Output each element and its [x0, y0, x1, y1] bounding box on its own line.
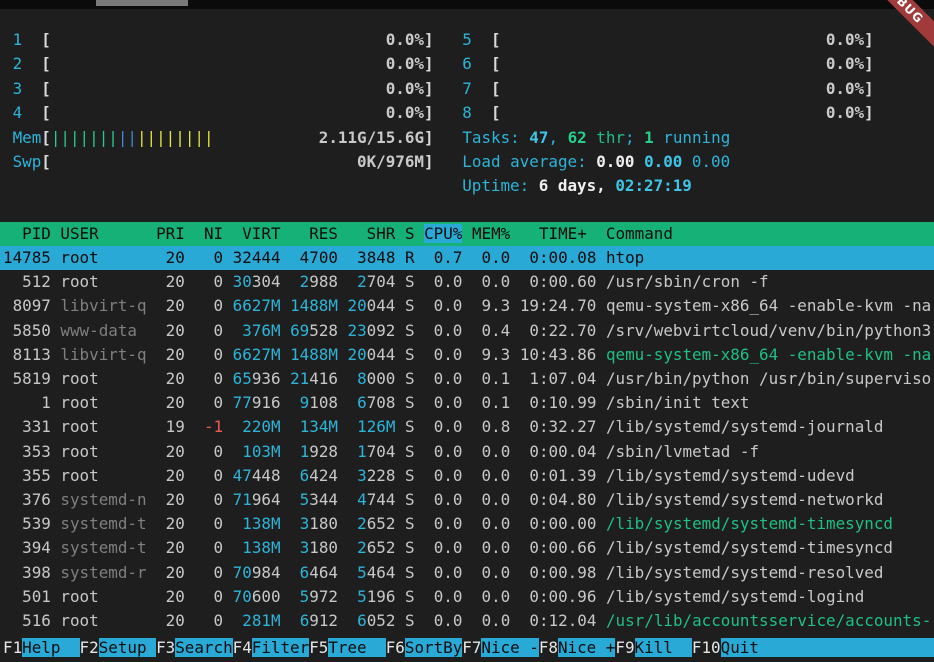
process-row-539[interactable]: 539 systemd-t 20 0 138M 3180 2652 S 0.0 …: [3, 512, 893, 536]
fkey-f5[interactable]: F5Tree: [309, 638, 386, 657]
load-average: Load average: 0.00 0.00 0.00: [462, 152, 730, 171]
process-row-376[interactable]: 376 systemd-n 20 0 71964 5344 4744 S 0.0…: [3, 488, 883, 512]
process-row-8097[interactable]: 8097 libvirt-q 20 0 6627M 1488M 20044 S …: [3, 296, 931, 315]
process-row-355[interactable]: 355 root 20 0 47448 6424 3228 S 0.0 0.0 …: [3, 464, 855, 488]
fkey-f10[interactable]: F10Quit: [692, 638, 934, 657]
cpu-meter-1: 1 [ 0.0%]: [3, 30, 462, 49]
debug-ribbon: DEBUG: [842, 0, 934, 64]
cpu-meter-7: 7 [ 0.0%]: [462, 79, 873, 98]
fkey-f7[interactable]: F7Nice -: [462, 638, 539, 657]
terminal-line: 4 [ 0.0%] 8 [ 0.0%]: [3, 101, 874, 125]
process-row-331[interactable]: 331 root 19 -1 220M 134M 126M S 0.0 0.8 …: [3, 417, 883, 436]
process-row-398[interactable]: 398 systemd-r 20 0 70984 6464 5464 S 0.0…: [3, 561, 883, 585]
terminal-line: 1 [ 0.0%] 5 [ 0.0%]: [3, 28, 874, 52]
table-header[interactable]: PID USER PRI NI VIRT RES SHR S CPU% MEM%…: [0, 222, 934, 246]
process-row-5850[interactable]: 5850 www-data 20 0 376M 69528 23092 S 0.…: [3, 321, 931, 340]
process-row-501[interactable]: 501 root 20 0 70600 5972 5196 S 0.0 0.0 …: [3, 585, 864, 609]
process-row-8113[interactable]: 8113 libvirt-q 20 0 6627M 1488M 20044 S …: [3, 345, 931, 364]
fkey-f3[interactable]: F3Search: [156, 638, 233, 657]
cpu-meter-2: 2 [ 0.0%]: [3, 54, 462, 73]
fkey-f8[interactable]: F8Nice +: [539, 638, 616, 657]
cpu-meter-4: 4 [ 0.0%]: [3, 103, 462, 122]
process-row-501[interactable]: 501 root 20 0 70600 5972 5196 S 0.0 0.0 …: [3, 587, 864, 606]
column-header-cpu-sort[interactable]: CPU%: [424, 224, 462, 243]
tasks-summary: Tasks: 47, 62 thr; 1 running: [462, 128, 730, 147]
terminal-line: 3 [ 0.0%] 7 [ 0.0%]: [3, 77, 874, 101]
fkey-bar: F1Help F2Setup F3SearchF4FilterF5Tree F6…: [3, 633, 934, 662]
htop-terminal-screen: DEBUG 1 [ 0.0%] 5 [ 0.0%] 2 [ 0.0%] 6 [ …: [0, 0, 934, 662]
uptime: Uptime: 6 days, 02:27:19: [3, 176, 692, 195]
swap-meter: Swp[ 0K/976M]: [3, 152, 462, 171]
cpu-meter-8: 8 [ 0.0%]: [462, 103, 873, 122]
process-row-394[interactable]: 394 systemd-t 20 0 138M 3180 2652 S 0.0 …: [3, 538, 893, 557]
column-header-user[interactable]: USER: [60, 224, 146, 243]
process-row-353[interactable]: 353 root 20 0 103M 1928 1704 S 0.0 0.0 0…: [3, 442, 759, 461]
column-header-virt[interactable]: VIRT: [233, 224, 281, 243]
process-row-376[interactable]: 376 systemd-n 20 0 71964 5344 4744 S 0.0…: [3, 490, 883, 509]
process-row-14785[interactable]: 14785 root 20 0 32444 4700 3848 R 0.7 0.…: [0, 246, 934, 270]
terminal-line: Uptime: 6 days, 02:27:19: [3, 174, 692, 198]
terminal-line: Swp[ 0K/976M] Load average: 0.00 0.00 0.…: [3, 150, 730, 174]
process-row-394[interactable]: 394 systemd-t 20 0 138M 3180 2652 S 0.0 …: [3, 536, 893, 560]
cpu-meter-5: 5 [ 0.0%]: [462, 30, 873, 49]
process-row-1[interactable]: 1 root 20 0 77916 9108 6708 S 0.0 0.1 0:…: [3, 391, 749, 415]
column-header-res[interactable]: RES: [290, 224, 338, 243]
process-row-14785[interactable]: 14785 root 20 0 32444 4700 3848 R 0.7 0.…: [3, 248, 644, 267]
process-row-512[interactable]: 512 root 20 0 30304 2988 2704 S 0.0 0.0 …: [3, 270, 769, 294]
process-row-5850[interactable]: 5850 www-data 20 0 376M 69528 23092 S 0.…: [3, 319, 931, 343]
cpu-meter-3: 3 [ 0.0%]: [3, 79, 462, 98]
debug-ribbon-band: DEBUG: [851, 0, 934, 55]
process-row-355[interactable]: 355 root 20 0 47448 6424 3228 S 0.0 0.0 …: [3, 466, 855, 485]
fkey-f1[interactable]: F1Help: [3, 638, 80, 657]
fkey-f4[interactable]: F4Filter: [233, 638, 310, 657]
terminal-tab-indicator[interactable]: [96, 0, 188, 6]
process-row-398[interactable]: 398 systemd-r 20 0 70984 6464 5464 S 0.0…: [3, 563, 883, 582]
memory-meter: Mem[||||||||||||||||| 2.11G/15.6G]: [3, 128, 462, 147]
fkey-f2[interactable]: F2Setup: [80, 638, 157, 657]
fkey-f6[interactable]: F6SortBy: [386, 638, 463, 657]
process-row-8097[interactable]: 8097 libvirt-q 20 0 6627M 1488M 20044 S …: [3, 294, 931, 318]
process-row-512[interactable]: 512 root 20 0 30304 2988 2704 S 0.0 0.0 …: [3, 272, 769, 291]
column-header-ni[interactable]: NI: [194, 224, 223, 243]
column-header-pri[interactable]: PRI: [156, 224, 185, 243]
process-row-516[interactable]: 516 root 20 0 281M 6912 6052 S 0.0 0.0 0…: [3, 609, 931, 633]
process-row-8113[interactable]: 8113 libvirt-q 20 0 6627M 1488M 20044 S …: [3, 343, 931, 367]
process-row-353[interactable]: 353 root 20 0 103M 1928 1704 S 0.0 0.0 0…: [3, 440, 759, 464]
process-row-5819[interactable]: 5819 root 20 0 65936 21416 8000 S 0.0 0.…: [3, 369, 931, 388]
terminal-line: Mem[||||||||||||||||| 2.11G/15.6G] Tasks…: [3, 126, 730, 150]
process-row-5819[interactable]: 5819 root 20 0 65936 21416 8000 S 0.0 0.…: [3, 367, 931, 391]
column-header-pid[interactable]: PID: [3, 224, 51, 243]
process-row-1[interactable]: 1 root 20 0 77916 9108 6708 S 0.0 0.1 0:…: [3, 393, 749, 412]
column-header-command[interactable]: Command: [606, 224, 673, 243]
column-header-shr[interactable]: SHR: [348, 224, 396, 243]
column-header-mem[interactable]: MEM%: [472, 224, 510, 243]
process-row-516[interactable]: 516 root 20 0 281M 6912 6052 S 0.0 0.0 0…: [3, 611, 931, 630]
column-header-time[interactable]: TIME+: [539, 224, 587, 243]
process-row-539[interactable]: 539 systemd-t 20 0 138M 3180 2652 S 0.0 …: [3, 514, 893, 533]
column-header-state[interactable]: S: [405, 224, 415, 243]
cpu-meter-6: 6 [ 0.0%]: [462, 54, 873, 73]
process-row-331[interactable]: 331 root 19 -1 220M 134M 126M S 0.0 0.8 …: [3, 415, 883, 439]
terminal-line: 2 [ 0.0%] 6 [ 0.0%]: [3, 52, 874, 76]
fkey-f9[interactable]: F9Kill: [615, 638, 692, 657]
